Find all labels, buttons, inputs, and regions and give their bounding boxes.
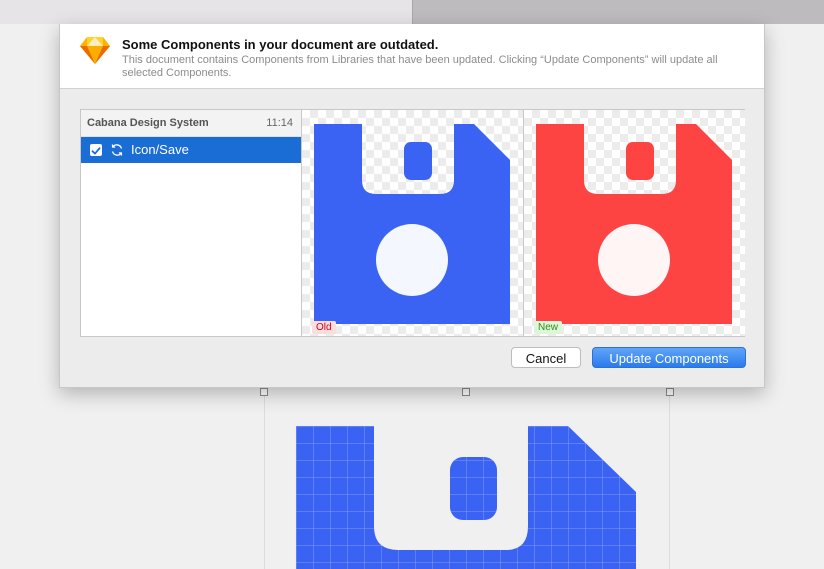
- window-top-strip-right: [412, 0, 824, 24]
- dialog-header: Some Components in your document are out…: [60, 24, 764, 89]
- old-tag: Old: [312, 321, 336, 334]
- sync-arrows-icon: [111, 144, 123, 156]
- update-components-dialog: Some Components in your document are out…: [59, 24, 765, 388]
- list-item[interactable]: Icon/Save: [81, 137, 301, 163]
- sketch-diamond-icon: [80, 37, 110, 64]
- library-group-header: Cabana Design System 11:14: [81, 110, 301, 137]
- preview-panel: Old New: [301, 109, 745, 337]
- new-tag: New: [534, 321, 563, 334]
- checkmark-icon: [91, 147, 101, 155]
- old-preview: Old: [302, 110, 524, 336]
- floppy-disk-save-icon[interactable]: [296, 426, 636, 569]
- new-preview: New: [524, 110, 745, 336]
- selection-handle[interactable]: [462, 388, 470, 396]
- cancel-button[interactable]: Cancel: [511, 347, 581, 368]
- selection-handle[interactable]: [666, 388, 674, 396]
- window-top-strip: [0, 0, 824, 24]
- update-components-button[interactable]: Update Components: [592, 347, 746, 368]
- library-name: Cabana Design System: [87, 117, 209, 129]
- floppy-disk-save-icon: [536, 124, 732, 324]
- dialog-title: Some Components in your document are out…: [122, 37, 439, 52]
- list-item-label: Icon/Save: [131, 142, 189, 157]
- library-time: 11:14: [266, 117, 293, 129]
- component-list: Cabana Design System 11:14 Icon/Save: [80, 109, 302, 337]
- dialog-description: This document contains Components from L…: [122, 54, 718, 79]
- floppy-disk-save-icon: [314, 124, 510, 324]
- component-checkbox[interactable]: [90, 144, 102, 156]
- selection-handle[interactable]: [260, 388, 268, 396]
